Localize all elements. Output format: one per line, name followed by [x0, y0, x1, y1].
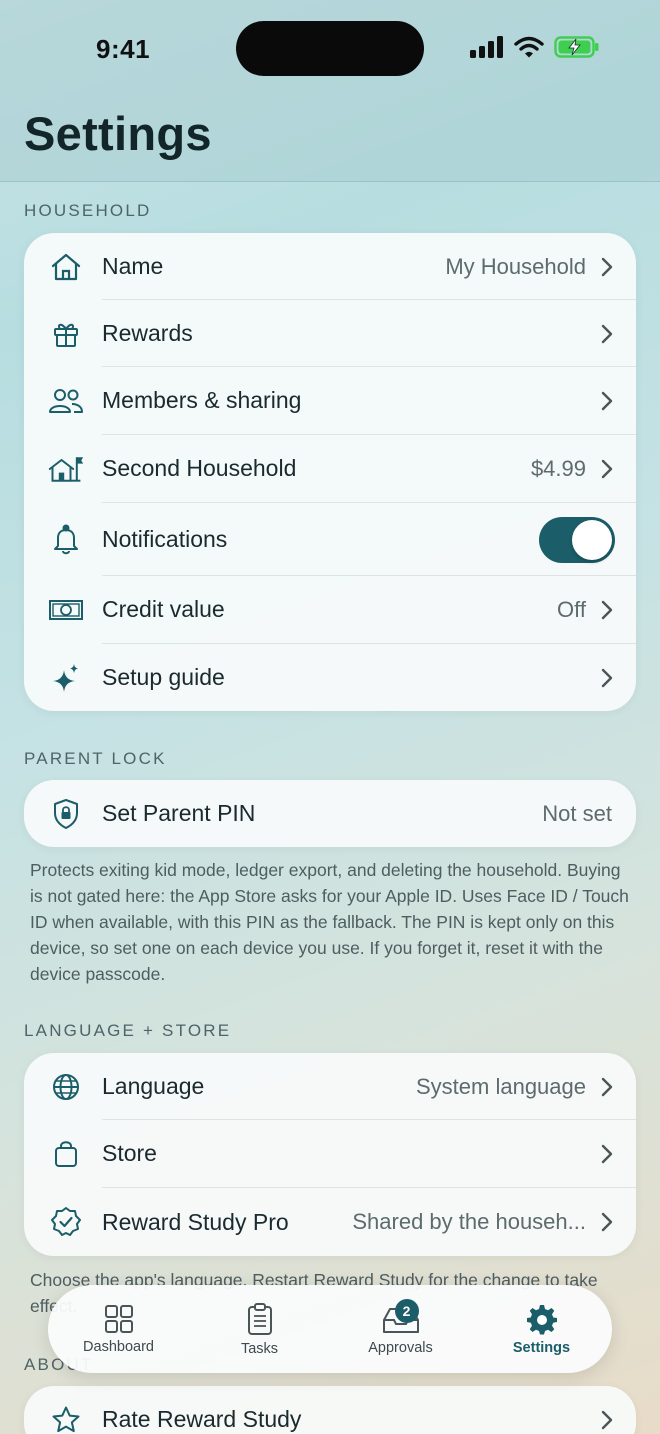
chevron-right-icon: [601, 1212, 613, 1232]
clipboard-list-icon: [247, 1302, 272, 1335]
bell-icon: [48, 522, 84, 558]
chevron-right-icon: [601, 600, 613, 619]
language-label: Language: [102, 1073, 205, 1099]
rewards-label: Rewards: [102, 320, 193, 346]
credit-value-label: Credit value: [102, 596, 225, 622]
tab-dashboard[interactable]: Dashboard: [59, 1304, 179, 1355]
cellular-signal-icon: [470, 36, 503, 58]
globe-icon: [48, 1069, 84, 1105]
parent-pin-status: Not set: [542, 800, 612, 826]
reward-study-pro-label: Reward Study Pro: [102, 1208, 289, 1235]
setup-guide-row[interactable]: Setup guide: [24, 644, 636, 711]
parent-lock-footnote: Protects exiting kid mode, ledger export…: [30, 860, 629, 984]
tab-label: Settings: [512, 1339, 571, 1356]
people-icon: [48, 383, 84, 419]
language-store-card: Language System language Store Reward St…: [24, 1053, 636, 1256]
about-card: Rate Reward Study: [24, 1386, 636, 1434]
language-row[interactable]: Language System language: [24, 1053, 636, 1120]
status-bar: 9:41: [0, 0, 660, 100]
members-sharing-row[interactable]: Members & sharing: [24, 367, 636, 434]
notifications-row: Notifications: [24, 503, 636, 576]
lock-shield-icon: [48, 796, 84, 832]
chevron-right-icon: [601, 324, 613, 343]
chevron-right-icon: [601, 257, 613, 276]
rewards-row[interactable]: Rewards: [24, 300, 636, 367]
dynamic-island: [236, 21, 424, 76]
name-value: My Household: [445, 253, 586, 279]
sparkles-icon: [48, 660, 84, 696]
tab-label: Dashboard: [83, 1338, 154, 1355]
name-row[interactable]: Name My Household: [24, 233, 636, 300]
chevron-right-icon: [601, 459, 613, 478]
tab-approvals[interactable]: 2 Approvals: [341, 1298, 461, 1356]
name-label: Name: [102, 253, 164, 279]
tab-settings[interactable]: Settings: [482, 1303, 602, 1356]
chevron-right-icon: [601, 1410, 613, 1429]
page-title: Settings: [24, 107, 212, 160]
house-flag-icon: [48, 451, 84, 487]
household-card: Name My Household Rewards Members & shar…: [24, 233, 636, 711]
set-parent-pin-row[interactable]: Set Parent PIN Not set: [24, 780, 636, 847]
tab-bar: Dashboard Tasks 2 Approvals Settings: [48, 1285, 612, 1373]
setup-guide-label: Setup guide: [102, 664, 225, 690]
set-parent-pin-label: Set Parent PIN: [102, 800, 256, 826]
language-store-section-header: LANGUAGE + STORE: [24, 1021, 232, 1040]
status-icons: [470, 36, 600, 58]
language-value: System language: [416, 1073, 586, 1099]
credit-value-row[interactable]: Credit value Off: [24, 576, 636, 643]
chevron-right-icon: [601, 1144, 613, 1163]
second-household-label: Second Household: [102, 455, 297, 481]
store-label: Store: [102, 1140, 157, 1166]
household-section-header: HOUSEHOLD: [24, 201, 152, 220]
gift-icon: [48, 316, 84, 352]
tab-tasks[interactable]: Tasks: [200, 1302, 320, 1357]
star-icon: [48, 1402, 84, 1434]
rate-reward-study-row[interactable]: Rate Reward Study: [24, 1386, 636, 1434]
checkmark-seal-icon: [48, 1204, 84, 1240]
rate-reward-study-label: Rate Reward Study: [102, 1406, 302, 1432]
notifications-toggle[interactable]: [539, 516, 615, 563]
house-icon: [48, 249, 84, 285]
wifi-icon: [514, 36, 544, 58]
approvals-badge: 2: [394, 1298, 419, 1323]
parent-lock-section-header: PARENT LOCK: [24, 749, 167, 768]
status-time: 9:41: [96, 34, 151, 64]
reward-study-pro-value: Shared by the househ...: [352, 1209, 586, 1234]
approvals-icon-wrap: 2: [382, 1298, 420, 1335]
parent-lock-card: Set Parent PIN Not set: [24, 780, 636, 847]
tab-label: Tasks: [240, 1340, 279, 1357]
second-household-price: $4.99: [530, 455, 586, 481]
battery-charging-icon: [554, 36, 599, 58]
toggle-knob: [572, 519, 612, 560]
bag-icon: [48, 1136, 84, 1172]
second-household-row[interactable]: Second Household $4.99: [24, 435, 636, 502]
chevron-right-icon: [601, 668, 613, 687]
members-sharing-label: Members & sharing: [102, 387, 302, 413]
gear-icon: [526, 1304, 557, 1334]
banknote-icon: [48, 592, 84, 628]
reward-study-pro-row[interactable]: Reward Study Pro Shared by the househ...: [24, 1188, 636, 1256]
credit-value-value: Off: [557, 596, 586, 622]
notifications-label: Notifications: [102, 526, 228, 552]
chevron-right-icon: [601, 1077, 613, 1096]
store-row[interactable]: Store: [24, 1120, 636, 1187]
grid-icon: [104, 1304, 133, 1333]
chevron-right-icon: [601, 391, 613, 410]
tab-label: Approvals: [368, 1339, 433, 1356]
